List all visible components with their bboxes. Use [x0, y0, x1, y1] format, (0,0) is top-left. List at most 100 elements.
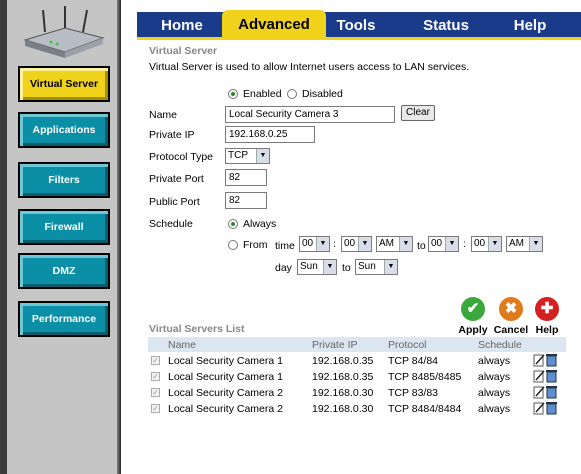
trash-icon[interactable] [546, 402, 557, 415]
private-port-input[interactable]: 82 [225, 169, 267, 186]
tab-home[interactable]: Home [146, 13, 218, 37]
sidebar-item-applications[interactable]: Applications [18, 112, 110, 148]
from-ampm-select[interactable]: AM ▼ [376, 236, 413, 252]
row-private-ip: 192.168.0.35 [312, 355, 374, 367]
edit-icon[interactable] [533, 354, 545, 367]
list-title: Virtual Servers List [149, 323, 245, 335]
time-label: time [275, 240, 295, 252]
clear-button[interactable]: Clear [401, 105, 435, 121]
to-day-value: Sun [358, 261, 376, 272]
edit-delete-icons [533, 370, 557, 383]
table-row: ✓ Local Security Camera 1 192.168.0.35 T… [148, 369, 566, 385]
to-day-select[interactable]: Sun ▼ [355, 259, 398, 275]
row-private-ip: 192.168.0.30 [312, 403, 374, 415]
trash-icon[interactable] [546, 370, 557, 383]
to-hour-select[interactable]: 00 ▼ [428, 236, 459, 252]
plus-icon: ✚ [535, 297, 559, 321]
public-port-label: Public Port [149, 196, 200, 208]
apply-button[interactable]: ✔ Apply [454, 297, 492, 337]
tab-status[interactable]: Status [415, 13, 477, 37]
row-protocol: TCP 83/83 [388, 387, 439, 399]
day-label: day [275, 262, 292, 274]
to-ampm-select[interactable]: AM ▼ [506, 236, 543, 252]
check-icon: ✔ [461, 297, 485, 321]
from-minute-select[interactable]: 00 ▼ [341, 236, 372, 252]
chevron-down-icon: ▼ [529, 237, 542, 251]
router-icon [23, 6, 105, 58]
disabled-radio[interactable] [287, 89, 297, 99]
day-to-label: to [342, 262, 351, 274]
edit-delete-icons [533, 354, 557, 367]
tab-help[interactable]: Help [505, 13, 555, 37]
enabled-label: Enabled [243, 88, 282, 100]
from-hour-value: 00 [302, 238, 314, 249]
from-day-value: Sun [300, 261, 318, 272]
tab-underline [137, 37, 581, 40]
chevron-down-icon: ▼ [256, 149, 269, 163]
row-checkbox[interactable]: ✓ [151, 372, 160, 381]
sidebar-item-virtual-server[interactable]: Virtual Server [18, 66, 110, 102]
public-port-input[interactable]: 82 [225, 192, 267, 209]
disabled-label: Disabled [302, 88, 343, 100]
chevron-down-icon: ▼ [399, 237, 412, 251]
tab-advanced[interactable]: Advanced [222, 10, 326, 38]
private-ip-input[interactable]: 192.168.0.25 [225, 126, 315, 143]
row-private-ip: 192.168.0.30 [312, 387, 374, 399]
row-checkbox[interactable]: ✓ [151, 388, 160, 397]
protocol-value: TCP [228, 150, 248, 161]
to-label: to [417, 240, 426, 252]
from-day-select[interactable]: Sun ▼ [297, 259, 337, 275]
row-protocol: TCP 8484/8484 [388, 403, 462, 415]
tab-tools[interactable]: Tools [330, 13, 382, 37]
cancel-icon: ✖ [499, 297, 523, 321]
column-header-private-ip: Private IP [312, 339, 358, 351]
chevron-down-icon: ▼ [488, 237, 501, 251]
table-row: ✓ Local Security Camera 2 192.168.0.30 T… [148, 401, 566, 417]
help-button[interactable]: ✚ Help [528, 297, 566, 337]
row-protocol: TCP 8485/8485 [388, 371, 462, 383]
edit-icon[interactable] [533, 370, 545, 383]
row-private-ip: 192.168.0.35 [312, 371, 374, 383]
colon-separator: : [463, 238, 466, 250]
to-ampm-value: AM [509, 238, 524, 249]
row-protocol: TCP 84/84 [388, 355, 439, 367]
sidebar-item-firewall[interactable]: Firewall [18, 209, 110, 245]
row-name: Local Security Camera 2 [168, 387, 283, 399]
protocol-select[interactable]: TCP ▼ [225, 148, 270, 164]
always-radio[interactable] [228, 219, 238, 229]
table-row: ✓ Local Security Camera 1 192.168.0.35 T… [148, 353, 566, 369]
edit-delete-icons [533, 402, 557, 415]
sidebar: Virtual Server Applications Filters Fire… [7, 0, 117, 474]
protocol-type-label: Protocol Type [149, 151, 214, 163]
row-schedule: always [478, 371, 511, 383]
from-label: From [243, 239, 268, 251]
row-checkbox[interactable]: ✓ [151, 404, 160, 413]
chevron-down-icon: ▼ [384, 260, 397, 274]
edit-icon[interactable] [533, 402, 545, 415]
from-ampm-value: AM [379, 238, 394, 249]
edit-icon[interactable] [533, 386, 545, 399]
cancel-button[interactable]: ✖ Cancel [492, 297, 530, 337]
private-port-label: Private Port [149, 173, 204, 185]
row-checkbox[interactable]: ✓ [151, 356, 160, 365]
row-schedule: always [478, 387, 511, 399]
to-minute-select[interactable]: 00 ▼ [471, 236, 502, 252]
to-hour-value: 00 [431, 238, 443, 249]
from-hour-select[interactable]: 00 ▼ [299, 236, 330, 252]
to-minute-value: 00 [474, 238, 486, 249]
always-label: Always [243, 218, 277, 230]
from-radio[interactable] [228, 240, 238, 250]
sidebar-item-filters[interactable]: Filters [18, 162, 110, 198]
left-border [0, 0, 7, 474]
trash-icon[interactable] [546, 386, 557, 399]
name-input[interactable]: Local Security Camera 3 [225, 106, 395, 123]
section-description: Virtual Server is used to allow Internet… [149, 61, 470, 73]
column-header-schedule: Schedule [478, 339, 522, 351]
schedule-label: Schedule [149, 218, 193, 230]
table-row: ✓ Local Security Camera 2 192.168.0.30 T… [148, 385, 566, 401]
sidebar-item-dmz[interactable]: DMZ [18, 253, 110, 289]
trash-icon[interactable] [546, 354, 557, 367]
enabled-radio[interactable] [228, 89, 238, 99]
column-header-protocol: Protocol [388, 339, 427, 351]
sidebar-item-performance[interactable]: Performance [18, 301, 110, 337]
